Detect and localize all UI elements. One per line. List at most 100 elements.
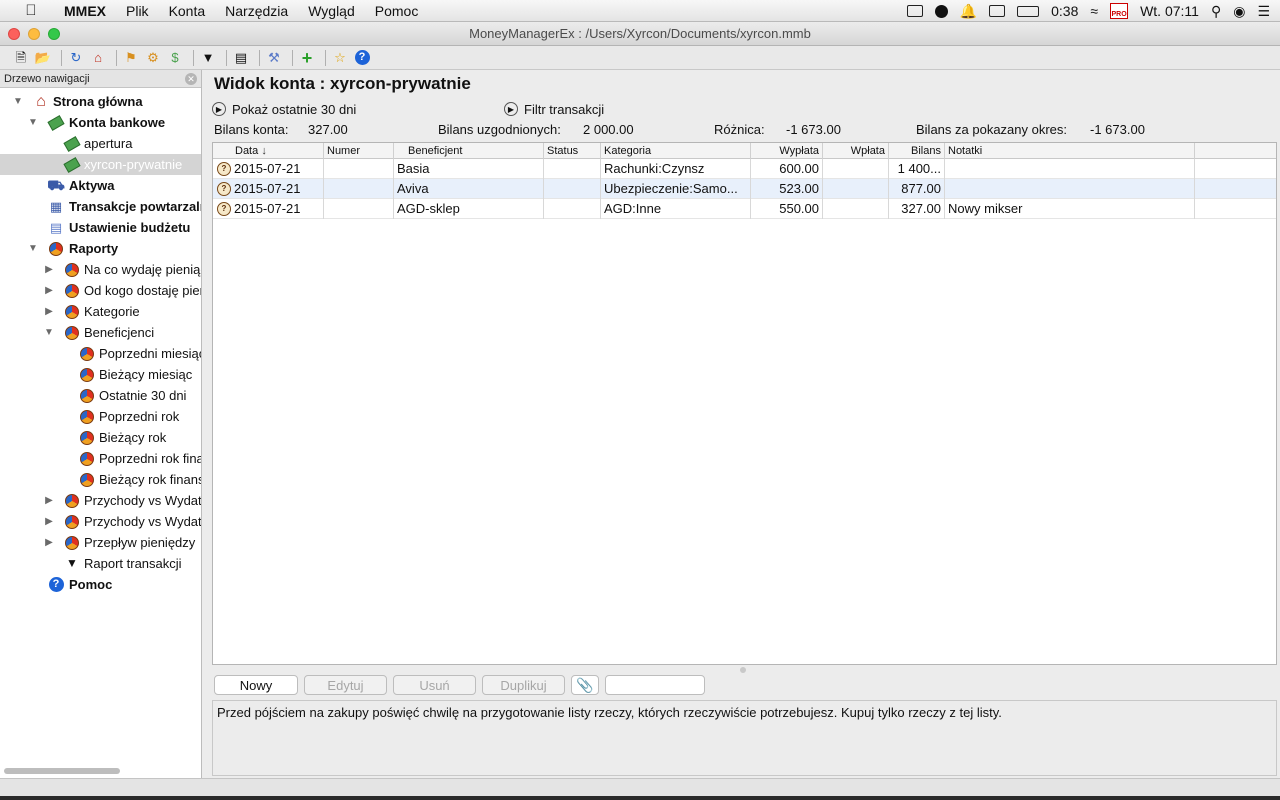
column-header-payee[interactable]: Beneficjent (394, 143, 544, 159)
tree-item-payees-current-fiscal[interactable]: Bieżący rok finansowy (0, 469, 201, 490)
close-window-button[interactable] (8, 28, 20, 40)
tree-item-reports[interactable]: ▼ Raporty (0, 238, 201, 259)
menu-file[interactable]: Plik (126, 3, 149, 19)
navigation-tree-title: Drzewo nawigacji (4, 73, 90, 85)
status-bar (0, 778, 1280, 796)
tree-item-cash-flow[interactable]: ▶ Przepływ pieniędzy (0, 532, 201, 553)
user-icon[interactable]: ◉ (1233, 3, 1245, 20)
clock[interactable]: Wt. 07:11 (1140, 3, 1199, 19)
tree-item-budget[interactable]: ▤ Ustawienie budżetu (0, 217, 201, 238)
tree-item-report-spending[interactable]: ▶ Na co wydaję pieniądze (0, 259, 201, 280)
add-transaction-icon[interactable]: + (298, 49, 316, 67)
tree-item-payees-last-30[interactable]: Ostatnie 30 dni (0, 385, 201, 406)
show-last-30-days-link[interactable]: ▶ Pokaż ostatnie 30 dni (212, 100, 356, 118)
tree-item-account-apertura[interactable]: apertura (0, 133, 201, 154)
new-transaction-button[interactable]: Nowy (214, 675, 298, 695)
currency-icon[interactable]: $ (166, 49, 184, 67)
column-header-status[interactable]: Status (544, 143, 601, 159)
menu-help[interactable]: Pomoc (375, 3, 419, 19)
table-row[interactable]: ? 2015-07-21 Aviva Ubezpieczenie:Samo...… (213, 179, 1276, 199)
memory-icon[interactable] (989, 5, 1006, 17)
table-row[interactable]: ? 2015-07-21 AGD-sklep AGD:Inne 550.00 3… (213, 199, 1276, 219)
collapsed-triangle-icon[interactable]: ▶ (44, 511, 54, 532)
menu-app[interactable]: MMEX (64, 3, 106, 19)
menu-accounts[interactable]: Konta (169, 3, 206, 19)
table-row[interactable]: ? 2015-07-21 Basia Rachunki:Czynsz 600.0… (213, 159, 1276, 179)
tree-item-assets[interactable]: ⛟ Aktywa (0, 175, 201, 196)
collapsed-triangle-icon[interactable]: ▶ (44, 301, 54, 322)
close-panel-icon[interactable]: ✕ (185, 73, 197, 85)
options-wrench-icon[interactable]: ⚒ (265, 49, 283, 67)
column-header-number[interactable]: Numer (324, 143, 394, 159)
list-icon[interactable]: ☰ (1257, 3, 1270, 20)
pie-chart-icon (79, 472, 95, 488)
tree-item-payees-last-fiscal[interactable]: Poprzedni rok finansowy (0, 448, 201, 469)
tree-item-payees-last-month[interactable]: Poprzedni miesiąc (0, 343, 201, 364)
column-header-date[interactable]: Data ↓ (213, 143, 324, 159)
tree-item-help[interactable]: ? Pomoc (0, 574, 201, 595)
edit-transaction-button[interactable]: Edytuj (304, 675, 387, 695)
pie-chart-icon (64, 535, 80, 551)
report-icon[interactable]: ▤ (232, 49, 250, 67)
collapsed-triangle-icon[interactable]: ▶ (44, 490, 54, 511)
tree-item-payees-current-month[interactable]: Bieżący miesiąc (0, 364, 201, 385)
home-icon[interactable]: ⌂ (89, 49, 107, 67)
tree-item-payees-last-year[interactable]: Poprzedni rok (0, 406, 201, 427)
zoom-window-button[interactable] (48, 28, 60, 40)
tree-item-income-vs-expenses-2[interactable]: ▶ Przychody vs Wydatki (0, 511, 201, 532)
duplicate-transaction-button[interactable]: Duplikuj (482, 675, 565, 695)
chat-icon[interactable] (934, 4, 948, 18)
categories-icon[interactable]: ⚑ (122, 49, 140, 67)
payees-icon[interactable]: ⚙ (144, 49, 162, 67)
display-icon[interactable] (906, 5, 923, 17)
bell-icon[interactable]: 🔔 (960, 3, 977, 20)
delete-transaction-button[interactable]: Usuń (393, 675, 476, 695)
tree-item-bank-accounts[interactable]: ▼ Konta bankowe (0, 112, 201, 133)
column-header-notes[interactable]: Notatki (945, 143, 1195, 159)
collapsed-triangle-icon[interactable]: ▶ (44, 259, 54, 280)
open-file-icon[interactable]: 📂 (34, 49, 52, 67)
chevron-right-icon: ▶ (504, 102, 518, 116)
pro-badge-icon[interactable]: PRO (1110, 3, 1129, 19)
tree-item-report-payees[interactable]: ▼ Beneficjenci (0, 322, 201, 343)
tree-item-report-income[interactable]: ▶ Od kogo dostaję pieniądze (0, 280, 201, 301)
column-header-withdrawal[interactable]: Wypłata (751, 143, 823, 159)
tree-item-account-xyrcon[interactable]: xyrcon-prywatnie (0, 154, 201, 175)
column-header-balance[interactable]: Bilans (889, 143, 945, 159)
menu-tools[interactable]: Narzędzia (225, 3, 288, 19)
tree-item-transaction-report[interactable]: ▼ Raport transakcji (0, 553, 201, 574)
expand-triangle-icon[interactable]: ▼ (28, 238, 38, 259)
tree-item-recurring[interactable]: ▦ Transakcje powtarzalne (0, 196, 201, 217)
toolbar-separator (259, 49, 260, 66)
sidebar-horizontal-scrollbar[interactable] (4, 768, 120, 774)
tree-item-income-vs-expenses-1[interactable]: ▶ Przychody vs Wydatki (0, 490, 201, 511)
minimize-window-button[interactable] (28, 28, 40, 40)
panel-splitter[interactable] (202, 70, 210, 778)
favorite-star-icon[interactable]: ☆ (331, 49, 349, 67)
menu-view[interactable]: Wygląd (308, 3, 355, 19)
tree-item-report-categories[interactable]: ▶ Kategorie (0, 301, 201, 322)
expand-triangle-icon[interactable]: ▼ (28, 112, 38, 133)
vertical-splitter-handle[interactable] (740, 667, 746, 673)
filter-icon[interactable]: ▼ (199, 49, 217, 67)
collapsed-triangle-icon[interactable]: ▶ (44, 532, 54, 553)
help-icon[interactable]: ? (353, 49, 371, 67)
apple-menu-icon[interactable]:  (20, 2, 42, 19)
expand-triangle-icon[interactable]: ▼ (44, 322, 54, 343)
calendar-icon: ▦ (49, 199, 63, 214)
accounts-icon[interactable]: ↻ (67, 49, 85, 67)
search-icon[interactable]: ⚲ (1211, 3, 1221, 20)
column-header-deposit[interactable]: Wpłata (823, 143, 889, 159)
new-file-icon[interactable]: 🗎 (12, 49, 30, 67)
column-header-category[interactable]: Kategoria (601, 143, 751, 159)
transaction-filter-link[interactable]: ▶ Filtr transakcji (504, 100, 604, 118)
battery-icon[interactable] (1017, 5, 1040, 17)
collapsed-triangle-icon[interactable]: ▶ (44, 280, 54, 301)
search-input[interactable] (605, 675, 705, 695)
tree-item-home[interactable]: ▼ ⌂ Strona główna (0, 91, 201, 112)
attachment-button[interactable]: 📎 (571, 675, 599, 695)
tree-item-payees-current-year[interactable]: Bieżący rok (0, 427, 201, 448)
wifi-icon[interactable]: ≈ (1090, 3, 1098, 19)
battery-time[interactable]: 0:38 (1051, 3, 1078, 19)
expand-triangle-icon[interactable]: ▼ (13, 91, 23, 112)
